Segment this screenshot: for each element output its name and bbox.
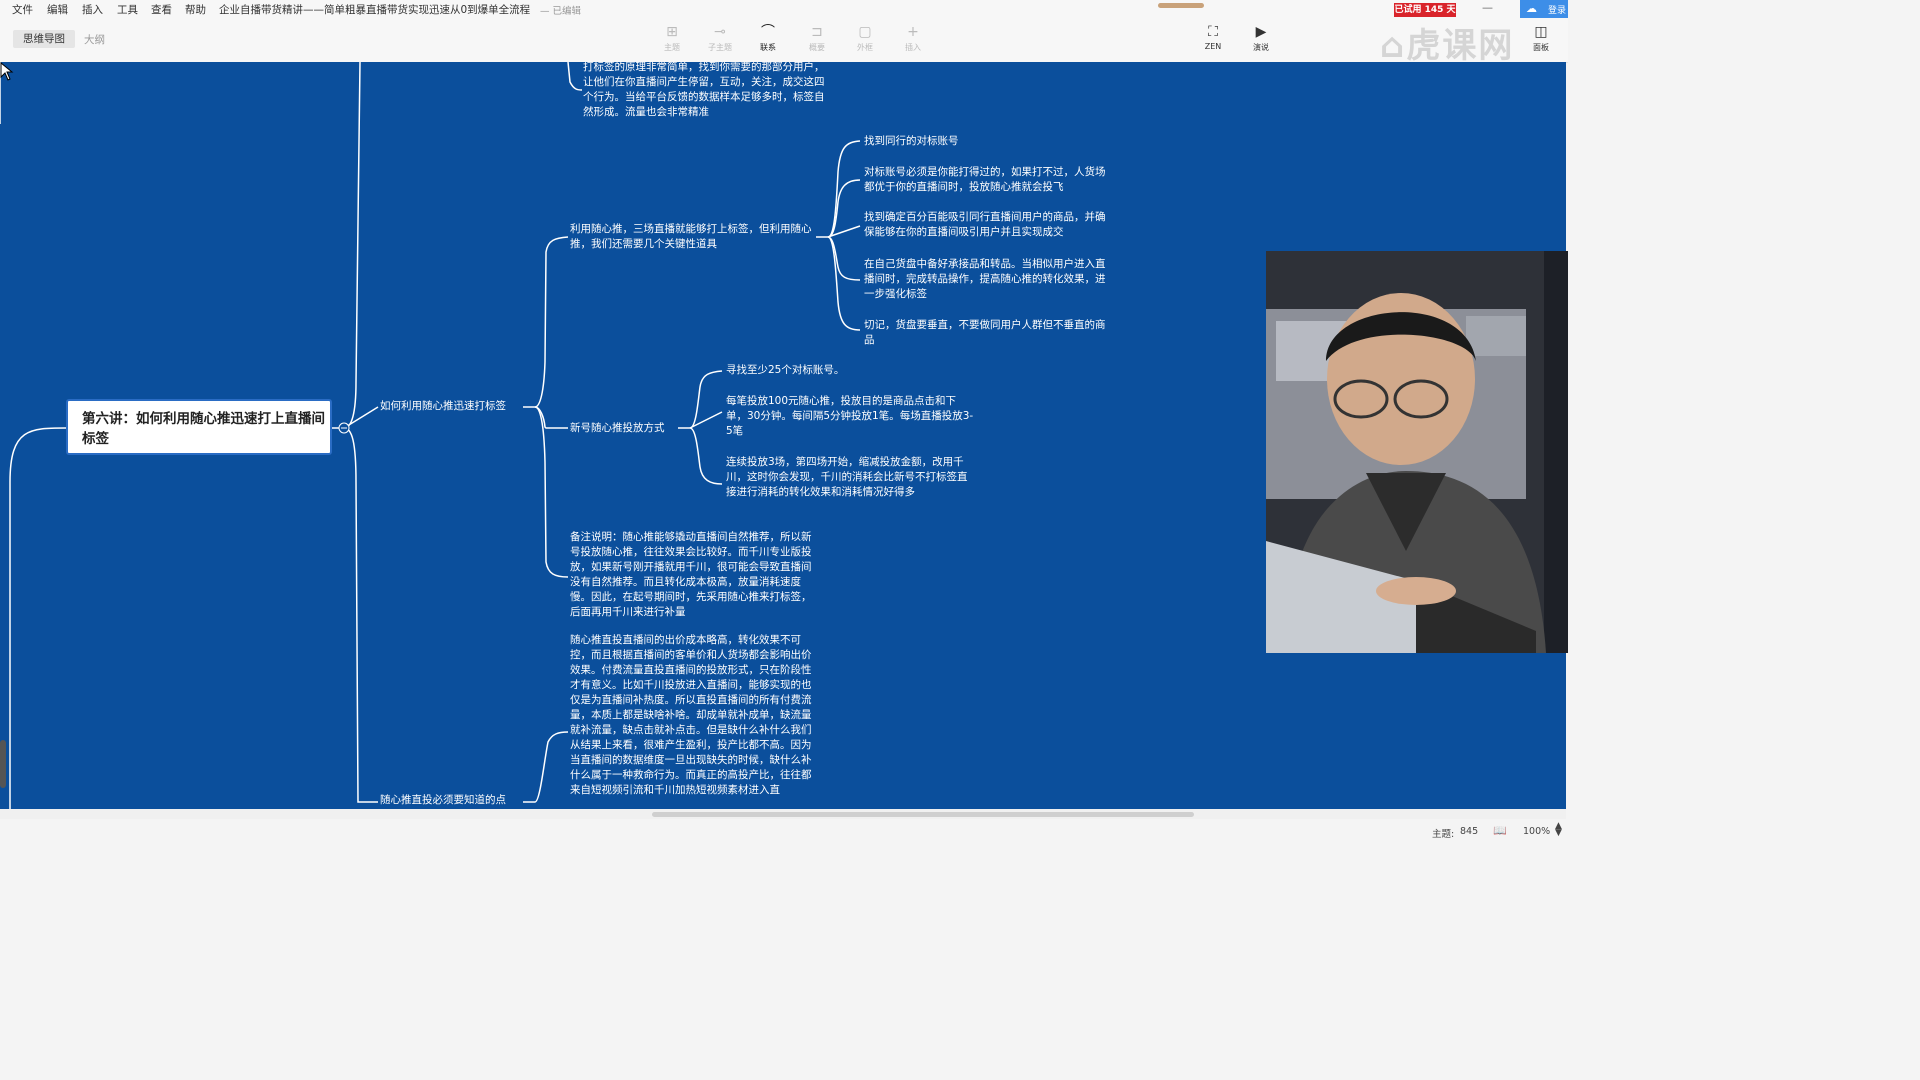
menu-view[interactable]: 查看 bbox=[151, 2, 172, 17]
minimize-button[interactable]: — bbox=[1482, 1, 1493, 14]
topic-button[interactable]: ⊞ 主题 bbox=[652, 24, 692, 53]
zen-label: ZEN bbox=[1204, 42, 1222, 51]
central-topic-title: 第六讲：如何利用随心推迅速打上直播间标签 bbox=[82, 411, 325, 447]
topic-tag-principle[interactable]: 打标签的原理非常简单，找到你需要的那部分用户，让他们在你直播间产生停留，互动，关… bbox=[583, 62, 827, 120]
subtopic-investment-amount[interactable]: 每笔投放100元随心推，投放目的是商品点击和下单，30分钟。每间隔5分钟投放1笔… bbox=[726, 394, 976, 439]
collapse-toggle[interactable] bbox=[338, 422, 350, 434]
mindmap-app-window: 文件 编辑 插入 工具 查看 帮助 企业自播带货精讲——简单粗暴直播带货实现迅速… bbox=[0, 0, 1568, 882]
present-label: 演说 bbox=[1253, 43, 1269, 52]
insert-icon: + bbox=[907, 24, 919, 40]
zoom-level[interactable]: 100% bbox=[1523, 826, 1550, 837]
toolbar: 思维导图 大纲 ⊞ 主题 ⊸ 子主题 ⌒ 联系 ⊐ 概要 ▢ 外框 + 插入 ⛶… bbox=[0, 18, 1568, 63]
menu-file[interactable]: 文件 bbox=[12, 2, 33, 17]
present-icon: ▶ bbox=[1255, 24, 1267, 40]
relationship-icon: ⌒ bbox=[761, 24, 775, 40]
present-button[interactable]: ▶ 演说 bbox=[1241, 24, 1281, 53]
cloud-icon: ☁ bbox=[1526, 2, 1537, 15]
watermark-logo: ⌂虎课网 bbox=[1380, 26, 1515, 66]
cloud-login-button[interactable]: ☁ 登录 bbox=[1520, 0, 1568, 18]
subtopic-find-product[interactable]: 找到确定百分百能吸引同行直播间用户的商品，并确保能够在你的直播间吸引用户并且实现… bbox=[864, 210, 1114, 240]
topic-label: 主题 bbox=[664, 43, 680, 52]
presenter-video bbox=[1266, 251, 1568, 653]
branch-tagging-method[interactable]: 如何利用随心推迅速打标签 bbox=[380, 399, 506, 414]
subtopic-find-25-accounts[interactable]: 寻找至少25个对标账号。 bbox=[726, 363, 976, 378]
insert-label: 插入 bbox=[905, 43, 921, 52]
subtopic-vertical-products[interactable]: 切记，货盘要垂直，不要做同用户人群但不垂直的商品 bbox=[864, 318, 1114, 348]
relationship-button[interactable]: ⌒ 联系 bbox=[748, 24, 788, 53]
zoom-stepper[interactable]: ▲ ▼ bbox=[1555, 822, 1562, 838]
subtopic-prepare-products[interactable]: 在自己货盘中备好承接品和转品。当相似用户进入直播间时，完成转品操作，提高随心推的… bbox=[864, 257, 1114, 302]
summary-button[interactable]: ⊐ 概要 bbox=[797, 24, 837, 53]
document-status: — 已编辑 bbox=[540, 6, 582, 17]
book-icon[interactable]: 📖 bbox=[1493, 824, 1507, 837]
window-drag-handle[interactable] bbox=[1158, 3, 1204, 8]
branch-direct-investment[interactable]: 随心推直投必须要知道的点 bbox=[380, 793, 506, 808]
topic-new-account-method[interactable]: 新号随心推投放方式 bbox=[570, 421, 665, 436]
summary-label: 概要 bbox=[809, 43, 825, 52]
topic-remark-note[interactable]: 备注说明：随心推能够撬动直播间自然推荐，所以新号投放随心推，往往效果会比较好。而… bbox=[570, 530, 816, 620]
menu-help[interactable]: 帮助 bbox=[185, 2, 206, 17]
subtopic-benchmark-requirement[interactable]: 对标账号必须是你能打得过的，如果打不过，人货场都优于你的直播间时，投放随心推就会… bbox=[864, 165, 1114, 195]
trial-badge: 已试用 145 天 bbox=[1394, 3, 1456, 17]
topic-use-suixintui[interactable]: 利用随心推，三场直播就能够打上标签，但利用随心推，我们还需要几个关键性道具 bbox=[570, 222, 816, 252]
central-topic-node[interactable]: 第六讲：如何利用随心推迅速打上直播间标签 bbox=[66, 399, 332, 455]
tab-outline[interactable]: 大纲 bbox=[84, 32, 105, 47]
document-title: 企业自播带货精讲——简单粗暴直播带货实现迅速从0到爆单全流程 bbox=[219, 4, 531, 16]
boundary-icon: ▢ bbox=[858, 24, 872, 40]
webcam-overlay bbox=[1266, 251, 1568, 653]
mouse-cursor bbox=[0, 62, 14, 81]
menu-edit[interactable]: 编辑 bbox=[47, 2, 68, 17]
left-scroll-handle[interactable] bbox=[0, 740, 6, 788]
menu-insert[interactable]: 插入 bbox=[82, 2, 103, 17]
relationship-label: 联系 bbox=[760, 43, 776, 52]
subtopic-label: 子主题 bbox=[708, 43, 732, 52]
topic-count-value: 845 bbox=[1460, 826, 1479, 837]
topic-direct-investment-detail[interactable]: 随心推直投直播间的出价成本略高，转化效果不可控，而且根据直播间的客单价和人货场都… bbox=[570, 633, 816, 798]
fullscreen-icon: ⛶ bbox=[1208, 24, 1218, 40]
subtopic-three-sessions[interactable]: 连续投放3场，第四场开始，缩减投放金额，改用千川，这时你会发现，千川的消耗会比新… bbox=[726, 455, 976, 500]
status-bar: 主题: 845 📖 100% ▲ ▼ bbox=[0, 820, 1568, 844]
subtopic-icon: ⊸ bbox=[714, 24, 726, 40]
subtopic-button[interactable]: ⊸ 子主题 bbox=[700, 24, 740, 53]
menu-tools[interactable]: 工具 bbox=[117, 2, 138, 17]
insert-button[interactable]: + 插入 bbox=[893, 24, 933, 53]
boundary-button[interactable]: ▢ 外框 bbox=[845, 24, 885, 53]
summary-icon: ⊐ bbox=[811, 24, 823, 40]
topic-icon: ⊞ bbox=[666, 24, 678, 40]
tab-mindmap[interactable]: 思维导图 bbox=[13, 30, 75, 48]
horizontal-scroll-thumb[interactable] bbox=[652, 812, 1194, 817]
boundary-label: 外框 bbox=[857, 43, 873, 52]
menu-bar: 文件 编辑 插入 工具 查看 帮助 企业自播带货精讲——简单粗暴直播带货实现迅速… bbox=[0, 0, 1568, 18]
cloud-login-label: 登录 bbox=[1548, 6, 1567, 16]
subtopic-find-benchmark[interactable]: 找到同行的对标账号 bbox=[864, 134, 1114, 149]
topic-count-label: 主题: bbox=[1432, 829, 1455, 840]
zen-button[interactable]: ⛶ ZEN bbox=[1193, 24, 1233, 51]
